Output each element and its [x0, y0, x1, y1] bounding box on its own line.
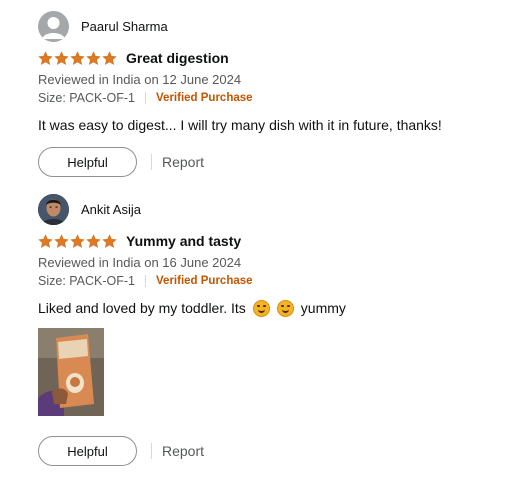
star-icon	[38, 50, 53, 65]
star-icon	[54, 50, 69, 65]
review-title[interactable]: Yummy and tasty	[126, 233, 241, 249]
review-date: Reviewed in India on 12 June 2024	[38, 72, 242, 87]
star-icon	[54, 233, 69, 248]
default-user-icon	[38, 10, 69, 42]
divider	[151, 154, 152, 170]
helpful-button[interactable]: Helpful	[38, 147, 137, 177]
review-card: Paarul Sharma Great digestion Reviewed i…	[38, 10, 518, 177]
reviewer-name[interactable]: Ankit Asija	[81, 202, 141, 217]
verified-purchase-badge[interactable]: Verified Purchase	[156, 89, 253, 107]
size-label: Size: PACK-OF-1	[38, 274, 136, 288]
report-link[interactable]: Report	[162, 154, 204, 170]
star-icon	[86, 233, 101, 248]
helpful-button[interactable]: Helpful	[38, 436, 137, 466]
review-body: It was easy to digest... I will try many…	[38, 117, 442, 133]
reviewer-name[interactable]: Paarul Sharma	[81, 19, 168, 34]
star-rating[interactable]	[38, 50, 117, 66]
star-icon	[86, 50, 101, 65]
yum-face-emoji	[276, 299, 294, 317]
star-icon	[70, 50, 85, 65]
review-body: Liked and loved by my toddler. Its yummy	[38, 298, 518, 318]
reviewer-profile[interactable]: Ankit Asija	[38, 193, 518, 225]
review-card: Ankit Asija Yummy and tasty Reviewed in …	[38, 193, 518, 466]
size-label: Size: PACK-OF-1	[38, 91, 136, 105]
yum-face-emoji	[252, 299, 270, 317]
star-icon	[102, 50, 117, 65]
review-date: Reviewed in India on 16 June 2024	[38, 255, 242, 270]
review-body-text: yummy	[300, 300, 346, 316]
verified-purchase-badge[interactable]: Verified Purchase	[156, 272, 253, 290]
star-rating[interactable]	[38, 233, 117, 249]
star-icon	[102, 233, 117, 248]
review-image-thumbnail[interactable]	[38, 328, 104, 416]
divider	[151, 443, 152, 459]
star-icon	[38, 233, 53, 248]
divider	[145, 275, 147, 287]
divider	[145, 92, 147, 104]
star-icon	[70, 233, 85, 248]
user-photo	[38, 193, 69, 225]
review-title[interactable]: Great digestion	[126, 50, 229, 66]
report-link[interactable]: Report	[162, 443, 204, 459]
review-body-text: Liked and loved by my toddler. Its	[38, 300, 246, 316]
reviewer-profile[interactable]: Paarul Sharma	[38, 10, 518, 42]
